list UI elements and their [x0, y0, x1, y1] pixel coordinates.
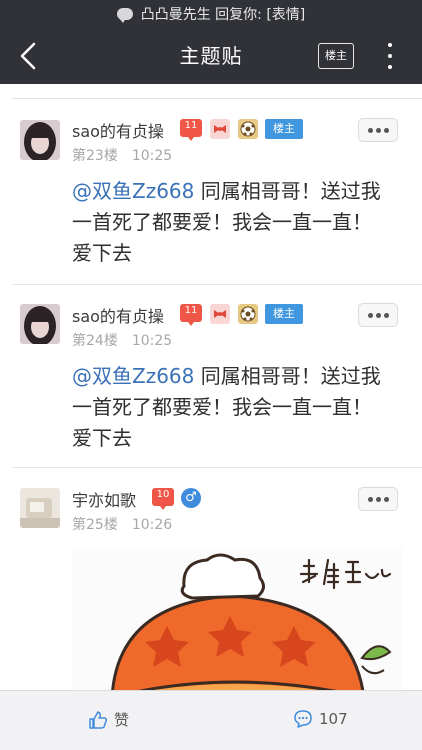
post-text: 同属相哥哥！送过我	[194, 364, 381, 388]
post-time: 10:25	[131, 333, 173, 349]
only-op-button[interactable]: 楼主	[318, 43, 354, 69]
user-avatar-image	[20, 120, 60, 160]
dot-icon	[383, 312, 389, 318]
post-text: 一首死了都要爱！我会一直一直！	[72, 210, 372, 234]
football-badge-icon	[238, 119, 258, 139]
dot-icon	[375, 312, 381, 318]
dot-icon	[367, 312, 373, 318]
status-notification-text[interactable]: 凸凸曼先生 回复你: [表情]	[141, 4, 306, 24]
floor-info: 第24楼 10:25	[72, 330, 172, 350]
page-title: 主题贴	[179, 44, 243, 68]
dot-icon	[375, 496, 381, 502]
dot-icon	[383, 496, 389, 502]
post-text: 爱下去	[72, 426, 132, 450]
post-time: 10:26	[131, 517, 173, 533]
thread-content[interactable]: sao的有贞操 11 楼主 第23楼 10:25 @双鱼Zz668 同属相哥哥！送…	[0, 84, 422, 690]
chat-bubble-icon	[116, 8, 133, 23]
dot-icon	[383, 127, 389, 133]
bow-badge-icon	[210, 304, 230, 324]
owner-tag: 楼主	[265, 119, 303, 139]
comments-button[interactable]: 107	[293, 709, 348, 729]
level-badge: 11	[180, 304, 202, 326]
like-label: 赞	[114, 711, 130, 729]
status-bar: 凸凸曼先生 回复你: [表情]	[0, 0, 422, 28]
post-body: @双鱼Zz668 同属相哥哥！送过我 一首死了都要爱！我会一直一直！ 爱下去	[72, 361, 402, 454]
comment-count: 107	[319, 710, 348, 728]
post-text: 爱下去	[72, 241, 132, 265]
dot-icon	[388, 65, 392, 69]
cute-character-sticker	[72, 548, 402, 690]
like-button[interactable]: 赞	[88, 709, 129, 730]
level-badge: 11	[180, 119, 202, 141]
bottom-action-bar: 赞 107	[0, 690, 422, 750]
mention-link[interactable]: @双鱼Zz668	[72, 364, 194, 388]
floor-info: 第25楼 10:26	[72, 514, 172, 534]
dot-icon	[375, 127, 381, 133]
post-time: 10:25	[131, 148, 173, 164]
dot-icon	[388, 54, 392, 58]
football-badge-icon	[238, 304, 258, 324]
avatar[interactable]	[20, 120, 60, 160]
nav-bar: 主题贴 楼主	[0, 28, 422, 84]
divider	[12, 284, 422, 285]
floor-info: 第23楼 10:25	[72, 145, 172, 165]
post-options-button[interactable]	[358, 118, 398, 142]
comment-bubble-icon	[294, 710, 312, 728]
more-menu-button[interactable]	[380, 40, 400, 72]
dot-icon	[367, 127, 373, 133]
post-text: 一首死了都要爱！我会一直一直！	[72, 395, 372, 419]
post-options-button[interactable]	[358, 303, 398, 327]
bow-badge-icon	[210, 119, 230, 139]
post-text: 同属相哥哥！送过我	[194, 179, 381, 203]
level-badge: 10	[152, 488, 174, 510]
dot-icon	[388, 43, 392, 47]
post-body: @双鱼Zz668 同属相哥哥！送过我 一首死了都要爱！我会一直一直！ 爱下去	[72, 176, 402, 269]
thumbs-up-icon	[89, 710, 108, 729]
male-icon: ♂	[181, 488, 201, 508]
user-avatar-image	[20, 488, 60, 528]
username[interactable]: 宇亦如歌	[72, 487, 136, 511]
avatar[interactable]	[20, 304, 60, 344]
divider	[12, 98, 422, 99]
divider	[12, 467, 422, 468]
post-options-button[interactable]	[358, 487, 398, 511]
dot-icon	[367, 496, 373, 502]
floor-number: 第24楼	[72, 333, 118, 349]
mention-link[interactable]: @双鱼Zz668	[72, 179, 194, 203]
floor-number: 第23楼	[72, 148, 118, 164]
owner-tag: 楼主	[265, 304, 303, 324]
username[interactable]: sao的有贞操	[72, 303, 164, 327]
floor-number: 第25楼	[72, 517, 118, 533]
sticker-image[interactable]	[72, 548, 402, 690]
user-avatar-image	[20, 304, 60, 344]
username[interactable]: sao的有贞操	[72, 118, 164, 142]
avatar[interactable]	[20, 488, 60, 528]
